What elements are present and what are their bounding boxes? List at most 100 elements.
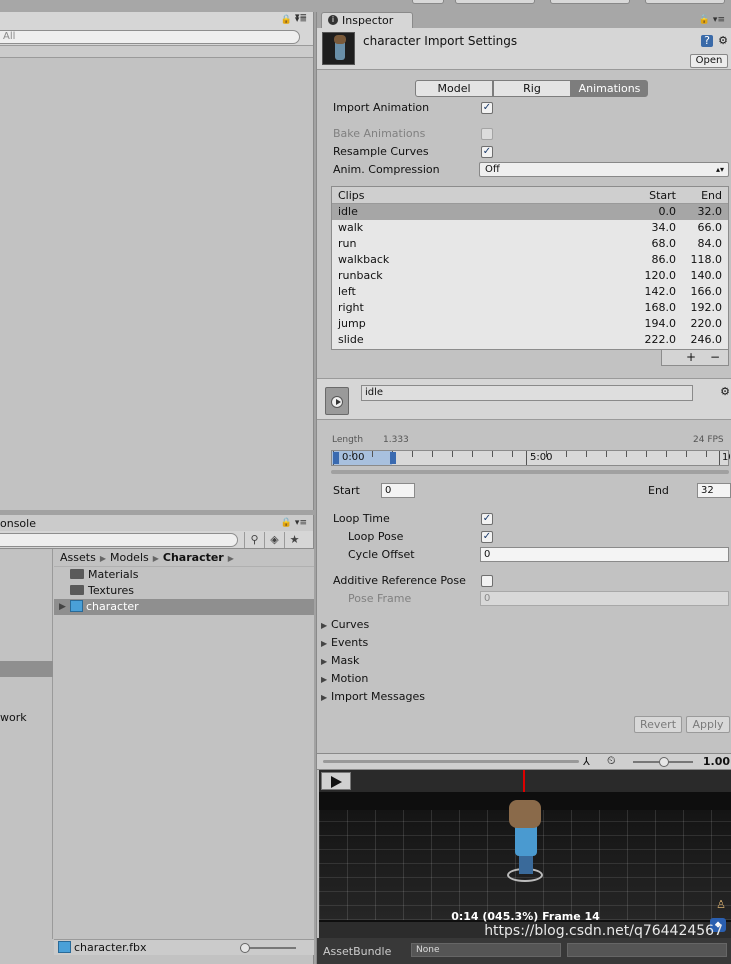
toolbar-button[interactable] <box>645 0 725 4</box>
list-item[interactable]: Textures <box>54 583 314 599</box>
table-row[interactable]: run 68.0 84.0 <box>332 236 728 252</box>
timeline-tick <box>566 451 567 457</box>
end-frame-field[interactable]: 32 <box>697 483 731 498</box>
foldout-motion[interactable]: ▶ Motion <box>321 671 368 687</box>
start-frame-field[interactable]: 0 <box>381 483 415 498</box>
additive-pose-checkbox[interactable] <box>481 575 493 587</box>
timeline-label: 10: <box>722 452 730 463</box>
clip-end: 166.0 <box>690 285 723 298</box>
anim-compression-dropdown[interactable]: Off ▴▾ <box>479 162 729 177</box>
playhead-marker[interactable] <box>523 770 525 792</box>
console-tab[interactable]: onsole <box>0 517 36 530</box>
project-file-list: Assets ▶ Models ▶ Character ▶ Materials Textu… <box>54 549 314 939</box>
list-item[interactable]: Materials <box>54 567 314 583</box>
top-toolbar-strip <box>0 0 731 12</box>
pose-frame-field: 0 <box>480 591 729 606</box>
toolbar-button[interactable] <box>455 0 535 4</box>
pivot-icon[interactable]: ⅄ <box>583 755 590 768</box>
foldout-label: Motion <box>331 672 369 685</box>
tree-selected-item[interactable] <box>0 661 53 677</box>
lock-menu-icon[interactable]: 🔒 ▾≡ <box>699 15 725 25</box>
hierarchy-tabbar: 🔒 ▾≡ <box>0 12 313 28</box>
breadcrumb-models[interactable]: Models <box>110 551 149 564</box>
model-mesh-icon <box>70 600 83 612</box>
additive-pose-label: Additive Reference Pose <box>333 574 466 587</box>
icon-size-slider-thumb[interactable] <box>240 943 250 953</box>
breadcrumb-assets[interactable]: Assets <box>60 551 96 564</box>
avatar-icon[interactable]: ♙ <box>716 898 726 911</box>
preview-play-button[interactable] <box>321 772 351 790</box>
clip-name: walkback <box>338 253 390 266</box>
lock-menu-icon[interactable]: 🔒 ▾≡ <box>281 518 307 528</box>
tree-item[interactable]: work <box>0 711 27 724</box>
table-row[interactable]: left 142.0 166.0 <box>332 284 728 300</box>
tab-animations[interactable]: Animations <box>571 80 648 97</box>
end-handle-icon[interactable] <box>390 452 396 464</box>
start-handle-icon[interactable] <box>333 452 339 464</box>
toolbar-button[interactable] <box>412 0 444 4</box>
table-row[interactable]: walkback 86.0 118.0 <box>332 252 728 268</box>
preview-drag-handle[interactable] <box>323 760 579 763</box>
import-animation-checkbox[interactable]: ✓ <box>481 102 493 114</box>
assetbundle-variant-dropdown[interactable] <box>567 943 727 957</box>
clip-preview-disc <box>331 396 343 408</box>
foldout-curves[interactable]: ▶ Curves <box>321 617 369 633</box>
loop-time-checkbox[interactable]: ✓ <box>481 513 493 525</box>
timeline-label: 5:00 <box>530 452 553 463</box>
project-tabbar: onsole 🔒 ▾≡ <box>0 515 313 531</box>
project-search-input[interactable] <box>0 533 238 547</box>
table-row[interactable]: slide 222.0 246.0 <box>332 332 728 348</box>
list-item-selected[interactable]: ▶ character <box>54 599 314 615</box>
open-button[interactable]: Open <box>690 54 728 68</box>
toolbar-button[interactable] <box>550 0 630 4</box>
gear-icon[interactable]: ⚙ <box>719 386 731 398</box>
add-clip-button[interactable]: + <box>686 350 696 364</box>
tab-rig[interactable]: Rig <box>493 80 571 97</box>
table-row[interactable]: idle 0.0 32.0 <box>332 204 728 220</box>
timer-icon[interactable]: ⏲ <box>607 754 616 768</box>
menu-icon[interactable]: ▾≡ <box>295 12 307 22</box>
play-triangle-icon <box>331 776 342 788</box>
assetbundle-dropdown[interactable]: None <box>411 943 561 957</box>
favorite-star-icon[interactable]: ★ <box>284 532 304 548</box>
foldout-events[interactable]: ▶ Events <box>321 635 368 651</box>
filter-type-icon[interactable]: ⚲ <box>244 532 264 548</box>
scrub-bar[interactable] <box>331 470 729 474</box>
table-row[interactable]: walk 34.0 66.0 <box>332 220 728 236</box>
selected-file-path: character.fbx <box>74 941 147 954</box>
revert-button[interactable]: Revert <box>634 716 682 733</box>
clip-end: 192.0 <box>690 301 723 314</box>
gear-icon[interactable]: ⚙ <box>717 35 729 47</box>
preview-speed-slider-thumb[interactable] <box>659 757 669 767</box>
label-tag-icon[interactable]: ◈ <box>264 532 284 548</box>
cycle-offset-field[interactable]: 0 <box>480 547 729 562</box>
help-book-icon[interactable]: ? <box>701 35 713 47</box>
clip-end: 118.0 <box>690 253 723 266</box>
resample-curves-label: Resample Curves <box>333 145 429 158</box>
clip-name-field[interactable]: idle <box>361 385 693 401</box>
clip-end: 84.0 <box>697 237 723 250</box>
expand-arrow-icon[interactable]: ▶ <box>59 599 66 615</box>
apply-button[interactable]: Apply <box>686 716 730 733</box>
table-row[interactable]: right 168.0 192.0 <box>332 300 728 316</box>
tab-inspector[interactable]: i Inspector <box>321 12 413 28</box>
loop-pose-checkbox[interactable]: ✓ <box>481 531 493 543</box>
clip-timeline[interactable]: 0:00 5:00 10: <box>331 450 730 466</box>
remove-clip-button[interactable]: − <box>710 350 720 364</box>
project-panel: onsole 🔒 ▾≡ ⚲ ◈ ★ work Assets ▶ Models ▶ Cha… <box>0 515 314 964</box>
clip-start: 222.0 <box>644 333 677 346</box>
table-row[interactable]: runback 120.0 140.0 <box>332 268 728 284</box>
preview-speed-value: 1.00 <box>702 755 730 768</box>
table-row[interactable]: jump 194.0 220.0 <box>332 316 728 332</box>
foldout-mask[interactable]: ▶ Mask <box>321 653 359 669</box>
resample-curves-checkbox[interactable]: ✓ <box>481 146 493 158</box>
hierarchy-search-input[interactable]: All <box>0 30 300 44</box>
hierarchy-filter-row: ▾≡ <box>0 12 313 58</box>
foldout-import-messages[interactable]: ▶ Import Messages <box>321 689 425 705</box>
clips-column-start: Start <box>649 189 676 202</box>
breadcrumb-character[interactable]: Character <box>163 551 224 564</box>
animation-preview-viewport[interactable]: 0:14 (045.3%) Frame 14 ⬥ ♙ <box>319 770 731 938</box>
import-animation-label: Import Animation <box>333 101 430 114</box>
tab-model[interactable]: Model <box>415 80 493 97</box>
tab-label: Inspector <box>342 14 394 27</box>
